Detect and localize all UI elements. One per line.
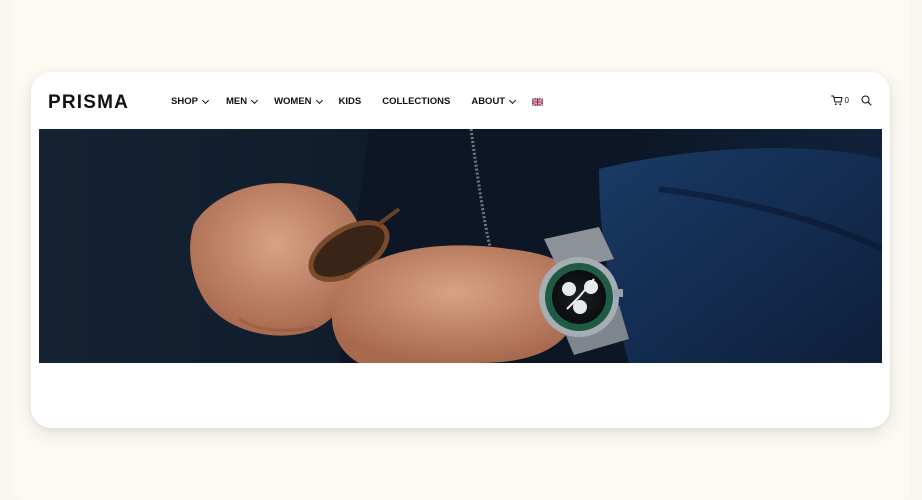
nav-item-about[interactable]: ABOUT (471, 96, 517, 108)
chevron-down-icon (201, 96, 209, 105)
browser-card: PRISMA SHOP MEN WOMEN KIDS COLLECTIONS A… (31, 72, 890, 428)
cart-button[interactable]: 0 (830, 95, 849, 106)
search-icon[interactable] (861, 95, 872, 106)
cart-icon (830, 95, 843, 106)
brand-logo[interactable]: PRISMA (48, 93, 129, 113)
language-selector[interactable] (532, 98, 544, 106)
nav-item-label: WOMEN (274, 96, 312, 107)
nav-item-men[interactable]: MEN (225, 96, 259, 108)
nav-item-label: KIDS (338, 96, 362, 107)
header-actions: 0 (830, 95, 872, 106)
nav-item-label: ABOUT (471, 96, 506, 107)
hero-banner-image (39, 129, 882, 363)
chevron-down-icon (509, 96, 517, 105)
nav-item-label: SHOP (171, 96, 198, 107)
chevron-down-icon (251, 96, 259, 105)
uk-flag-icon (532, 98, 544, 106)
site-header: PRISMA SHOP MEN WOMEN KIDS COLLECTIONS A… (31, 72, 890, 129)
chevron-down-icon (315, 96, 323, 105)
main-nav: SHOP MEN WOMEN KIDS COLLECTIONS ABOUT (171, 96, 544, 108)
nav-item-label: COLLECTIONS (382, 96, 451, 107)
nav-item-women[interactable]: WOMEN (274, 96, 323, 108)
nav-item-shop[interactable]: SHOP (171, 96, 209, 108)
hero-photo (39, 129, 882, 363)
nav-item-kids[interactable]: KIDS (339, 96, 362, 108)
nav-item-label: MEN (225, 96, 248, 107)
nav-item-collections[interactable]: COLLECTIONS (382, 96, 450, 108)
cart-count-badge: 0 (844, 95, 849, 105)
